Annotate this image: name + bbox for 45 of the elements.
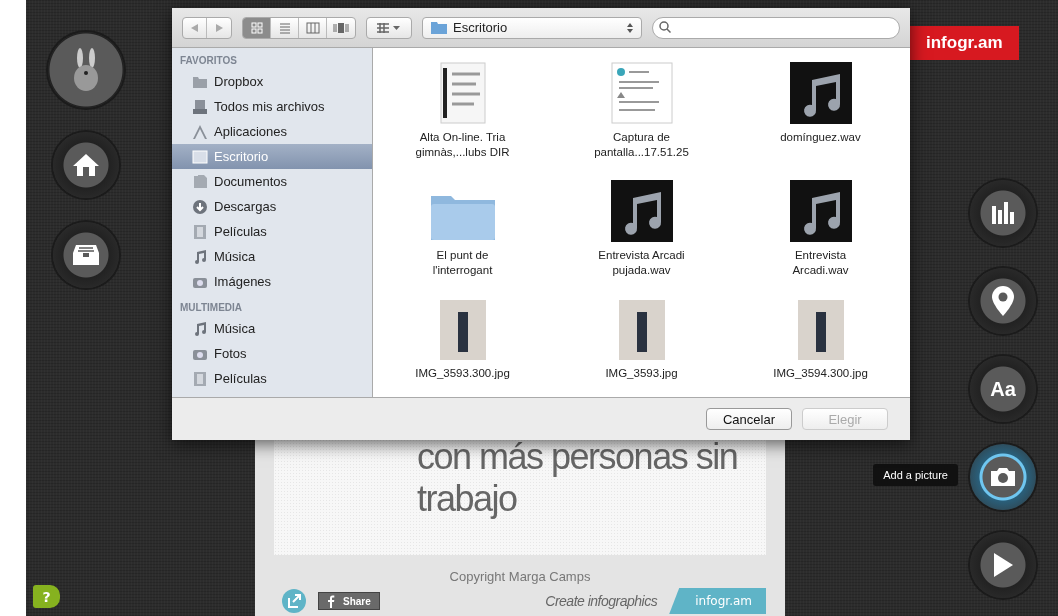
tagline-text: Create infographics — [545, 593, 658, 609]
sidebar-item[interactable]: Aplicaciones — [172, 119, 372, 144]
sidebar-item[interactable]: Todos mis archivos — [172, 94, 372, 119]
copyright-text: Copyright Marga Camps — [448, 569, 592, 584]
sidebar-item-label: Escritorio — [214, 149, 269, 164]
text-tool-label: Aa — [990, 377, 1016, 401]
sidebar-item-label: Imágenes — [214, 274, 272, 289]
brand-logo[interactable]: infogr.am — [910, 26, 1019, 60]
sidebar-item[interactable]: Películas — [172, 366, 372, 391]
sidebar-item-label: Música — [214, 249, 256, 264]
tooltip: Add a picture — [873, 464, 958, 486]
file-name[interactable]: Entrevista Arcadi pujada.wav — [589, 248, 694, 278]
sidebar-item[interactable]: Música — [172, 244, 372, 269]
sidebar-item[interactable]: Descargas — [172, 194, 372, 219]
file-name[interactable]: El punt de l'interrogant — [410, 248, 515, 278]
sidebar-item-label: Música — [214, 321, 256, 336]
infographic-title-line: con más personas sin — [417, 436, 739, 478]
sidebar-item[interactable]: Documentos — [172, 169, 372, 194]
sidebar-item-label: Documentos — [214, 174, 287, 189]
file-name[interactable]: IMG_3594.300.jpg — [768, 366, 873, 381]
sidebar-item[interactable]: Imágenes — [172, 269, 372, 294]
sidebar-item-label: Descargas — [214, 199, 277, 214]
sidebar-item-label: Películas — [214, 371, 267, 386]
sidebar-section-title: MULTIMEDIA — [179, 301, 244, 315]
sidebar-item[interactable]: Películas — [172, 219, 372, 244]
file-name[interactable]: Alta On-line. Tria gimnàs,...lubs DIR — [410, 130, 515, 160]
facebook-share-button[interactable]: Share — [318, 592, 380, 610]
sidebar-item[interactable]: Dropbox — [172, 69, 372, 94]
sidebar-item-label: Aplicaciones — [214, 124, 287, 139]
text-tool-button[interactable]: Aa — [970, 356, 1036, 422]
file-name[interactable]: IMG_3593.300.jpg — [410, 366, 515, 381]
dialog-button[interactable]: Cancelar — [706, 408, 792, 430]
file-name[interactable]: domínguez.wav — [768, 130, 873, 145]
sidebar-item[interactable]: Fotos — [172, 341, 372, 366]
infographic-title-line: trabajo — [417, 478, 518, 520]
sidebar-section-title: FAVORITOS — [179, 54, 238, 68]
file-name[interactable]: IMG_3593.jpg — [589, 366, 694, 381]
sidebar-item[interactable]: Música — [172, 316, 372, 341]
sidebar-item-label: Fotos — [214, 346, 247, 361]
file-name[interactable]: Entrevista Arcadi.wav — [768, 248, 873, 278]
location-popup[interactable]: Escritorio — [422, 16, 642, 39]
sidebar-item-label: Películas — [214, 224, 267, 239]
file-name[interactable]: Captura de pantalla...17.51.25 — [589, 130, 694, 160]
sidebar-item-label: Todos mis archivos — [214, 99, 325, 114]
sidebar-item-label: Dropbox — [214, 74, 264, 89]
